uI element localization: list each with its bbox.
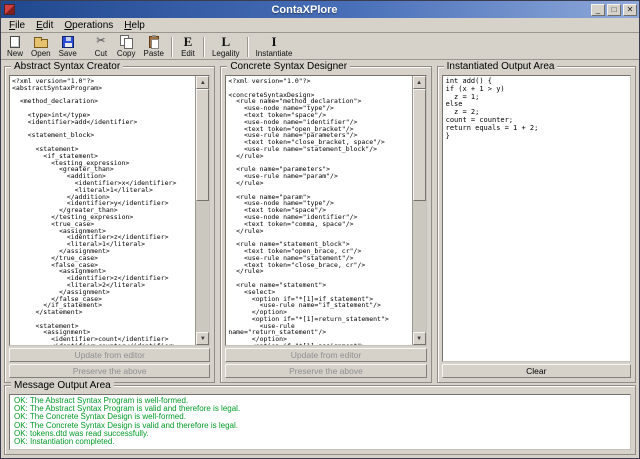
instantiate-button[interactable]: I Instantiate [252,34,297,58]
app-icon [4,4,15,15]
copy-button[interactable]: Copy [113,34,140,58]
scrollbar-track[interactable] [412,89,426,332]
cut-button-label: Cut [94,49,108,58]
scrollbar-thumb[interactable] [196,89,210,201]
copy-button-label: Copy [116,49,136,58]
abstract-editor-scrollbar[interactable]: ▲ ▼ [195,76,210,345]
menu-operations[interactable]: Operations [59,19,119,32]
menubar: File Edit Operations Help [1,18,639,33]
new-button[interactable]: New [3,34,27,58]
edit-button-icon-slot: E [184,35,193,48]
output-panel-title: Instantiated Output Area [443,62,558,72]
paste-button-icon-slot [148,34,159,49]
paste-button[interactable]: Paste [140,34,168,58]
open-button[interactable]: Open [27,34,55,58]
abstract-update-from-editor-button[interactable]: Update from editor [9,348,211,362]
concrete-syntax-editor[interactable]: <?xml version="1.0"?> <concreteSyntaxDes… [226,76,411,345]
output-area[interactable]: int add() { if (x + 1 > y) z = 1; else z… [443,76,630,361]
concrete-preserve-above-button[interactable]: Preserve the above [225,364,427,378]
abstract-panel-title: Abstract Syntax Creator [11,62,124,72]
instantiate-letter-icon: I [271,34,277,49]
concrete-editor-scrollbar[interactable]: ▲ ▼ [411,76,426,345]
menu-help[interactable]: Help [119,19,151,32]
save-button-icon-slot [61,35,74,48]
concrete-update-from-editor-button[interactable]: Update from editor [225,348,427,362]
clear-button[interactable]: Clear [441,364,631,378]
cut-scissors-icon: ✂ [96,35,106,47]
message-list[interactable]: OK: The Abstract Syntax Program is well-… [9,394,631,450]
save-button[interactable]: Save [55,34,81,58]
menu-edit[interactable]: Edit [31,19,59,32]
legality-button[interactable]: L Legality [208,34,244,58]
copy-button-icon-slot [120,35,134,49]
abstract-editor-scrollpane: <?xml version="1.0"?> <abstractSyntaxPro… [9,75,211,346]
titlebar[interactable]: ContaXPlore _ □ ✕ [1,1,639,18]
app-window: ContaXPlore _ □ ✕ File Edit Operations H… [0,0,640,459]
paste-button-label: Paste [143,49,164,58]
minimize-button[interactable]: _ [591,3,605,16]
save-floppy-icon [61,35,74,48]
concrete-panel-title: Concrete Syntax Designer [227,62,351,72]
edit-button[interactable]: E Edit [176,34,200,58]
edit-button-label: Edit [181,49,195,58]
toolbar-separator [246,36,249,57]
scrollbar-thumb[interactable] [412,89,426,201]
concrete-syntax-designer-panel: Concrete Syntax Designer <?xml version="… [220,62,432,383]
maximize-button[interactable]: □ [607,3,621,16]
scroll-up-button[interactable]: ▲ [412,76,426,89]
new-button-icon-slot [10,35,20,48]
abstract-preserve-above-button[interactable]: Preserve the above [9,364,211,378]
legality-button-label: Legality [211,49,240,58]
scroll-down-button[interactable]: ▼ [412,332,426,345]
toolbar: New Open Save ✂ Cut Copy Paste E Edit L … [1,33,639,60]
scrollbar-track[interactable] [196,89,210,332]
abstract-syntax-creator-panel: Abstract Syntax Creator <?xml version="1… [4,62,216,383]
message-area-title: Message Output Area [11,381,114,391]
menu-file[interactable]: File [4,19,31,32]
scroll-up-button[interactable]: ▲ [196,76,210,89]
open-button-label: Open [31,49,51,58]
close-button[interactable]: ✕ [623,3,637,16]
new-button-label: New [7,49,24,58]
new-document-icon [10,35,20,48]
open-button-icon-slot [33,35,48,48]
abstract-syntax-editor[interactable]: <?xml version="1.0"?> <abstractSyntaxPro… [10,76,195,345]
instantiate-button-icon-slot: I [271,35,276,48]
save-button-label: Save [58,49,77,58]
cut-button[interactable]: ✂ Cut [89,34,113,58]
instantiated-output-panel: Instantiated Output Area int add() { if … [436,62,636,383]
copy-pages-icon [120,35,134,49]
toolbar-separator [170,36,173,57]
message-output-area-panel: Message Output Area OK: The Abstract Syn… [4,381,636,455]
legality-button-icon-slot: L [221,35,230,48]
legality-letter-icon: L [221,34,231,49]
cut-button-icon-slot: ✂ [96,35,105,48]
concrete-editor-scrollpane: <?xml version="1.0"?> <concreteSyntaxDes… [225,75,427,346]
window-title: ContaXPlore [271,3,338,16]
window-controls: _ □ ✕ [591,3,637,16]
edit-letter-icon: E [183,34,193,49]
instantiate-button-label: Instantiate [255,49,293,58]
main-area: Abstract Syntax Creator <?xml version="1… [1,60,639,383]
open-folder-icon [33,36,48,48]
scroll-down-button[interactable]: ▼ [196,332,210,345]
toolbar-separator [202,36,205,57]
paste-clipboard-icon [148,34,159,49]
output-scrollpane: int add() { if (x + 1 > y) z = 1; else z… [441,75,631,362]
